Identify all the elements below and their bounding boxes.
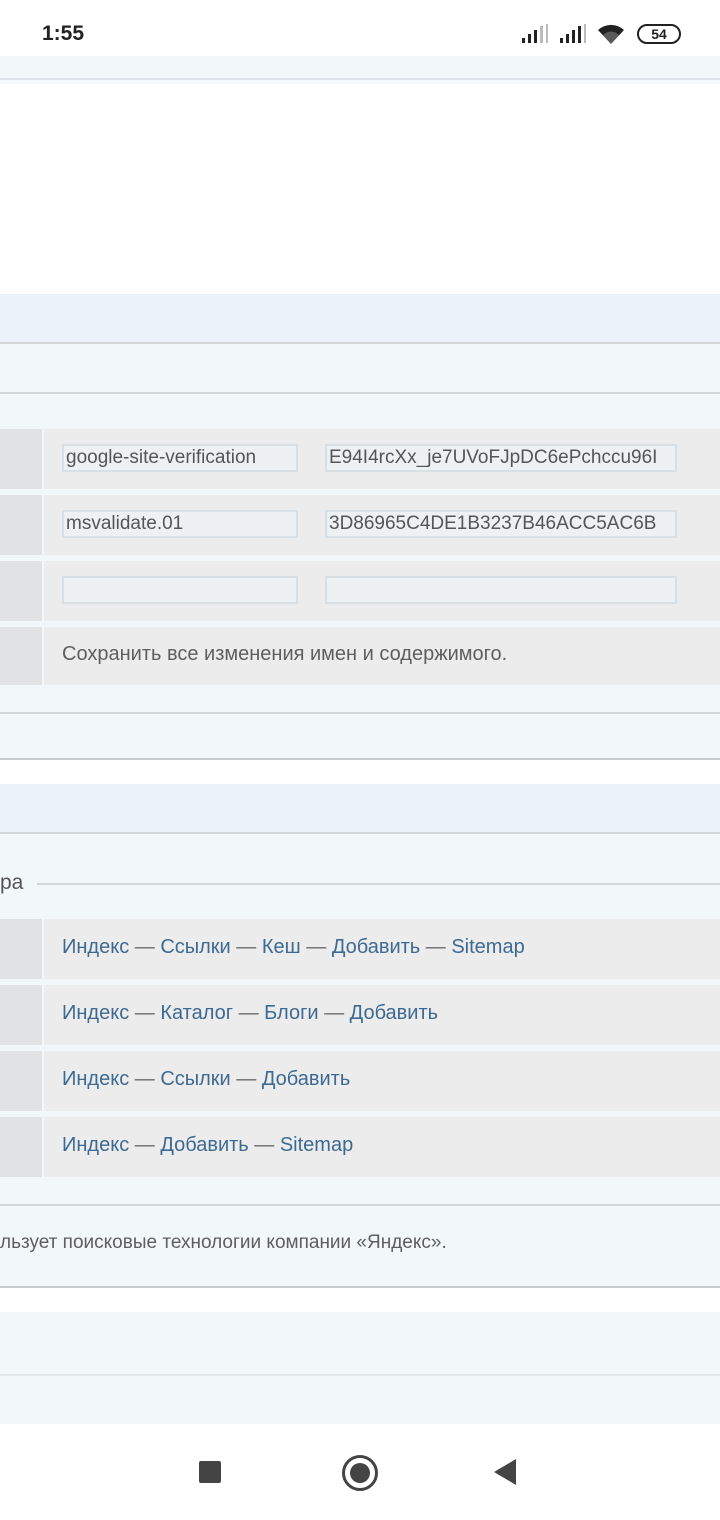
- save-row: Сохранить все изменения имен и содержимо…: [44, 627, 720, 685]
- signal-icon: [522, 24, 548, 43]
- link-separator: —: [230, 936, 262, 958]
- meta-name-input[interactable]: [62, 510, 298, 538]
- links-row: Индекс — Каталог — Блоги — Добавить: [44, 985, 720, 1045]
- divider: [0, 758, 720, 760]
- link-separator: —: [129, 936, 161, 958]
- links-line: Индекс — Добавить — Sitemap: [62, 1134, 353, 1157]
- links-line: Индекс — Каталог — Блоги — Добавить: [62, 1002, 438, 1025]
- bottom-band: [0, 1312, 720, 1374]
- meta-row: [44, 429, 720, 489]
- meta-content-input[interactable]: [325, 576, 677, 604]
- triangle-back-icon[interactable]: [494, 1459, 516, 1485]
- link-1[interactable]: Индекс: [62, 936, 129, 958]
- row-label-cell: [0, 627, 42, 685]
- row-label-cell: [0, 429, 42, 489]
- header-band: [0, 56, 720, 80]
- link-separator: —: [318, 1002, 350, 1024]
- links-row: Индекс — Добавить — Sitemap: [44, 1117, 720, 1177]
- link-separator: —: [129, 1068, 161, 1090]
- legend-line: [37, 883, 720, 885]
- circle-icon[interactable]: [342, 1455, 378, 1491]
- row-label-cell: [0, 1117, 42, 1177]
- row-label-cell: [0, 919, 42, 979]
- section-header: [0, 294, 720, 342]
- link-1[interactable]: Индекс: [62, 1068, 129, 1090]
- link-1[interactable]: Индекс: [62, 1134, 129, 1156]
- row-label-cell: [0, 495, 42, 555]
- row-label-cell: [0, 561, 42, 621]
- link-4[interactable]: Добавить: [332, 936, 420, 958]
- meta-content-input[interactable]: [325, 510, 677, 538]
- link-separator: —: [129, 1002, 161, 1024]
- row-label-cell: [0, 985, 42, 1045]
- link-3[interactable]: Sitemap: [280, 1134, 353, 1156]
- status-bar: 1:55 54: [0, 0, 720, 56]
- link-2[interactable]: Ссылки: [160, 1068, 230, 1090]
- links-line: Индекс — Ссылки — Добавить: [62, 1068, 350, 1091]
- meta-row: [44, 561, 720, 621]
- link-3[interactable]: Добавить: [262, 1068, 350, 1090]
- meta-name-input[interactable]: [62, 576, 298, 604]
- section-subheader: [0, 344, 720, 392]
- link-2[interactable]: Каталог: [160, 1002, 233, 1024]
- wifi-icon: [598, 24, 624, 44]
- link-separator: —: [233, 1002, 265, 1024]
- save-hint-text: Сохранить все изменения имен и содержимо…: [62, 643, 508, 665]
- header-band-shadow: [0, 80, 720, 84]
- section-header: [0, 784, 720, 832]
- blank-panel: [0, 86, 720, 294]
- meta-content-input[interactable]: [325, 444, 677, 472]
- bottom-band: [0, 1376, 720, 1424]
- link-3[interactable]: Кеш: [262, 936, 301, 958]
- section-legend: ра: [0, 871, 24, 894]
- panel-footer: [0, 714, 720, 758]
- meta-row: [44, 495, 720, 555]
- link-separator: —: [230, 1068, 262, 1090]
- divider: [0, 1286, 720, 1288]
- links-row: Индекс — Ссылки — Добавить: [44, 1051, 720, 1111]
- link-4[interactable]: Добавить: [350, 1002, 438, 1024]
- signal-icon: [560, 24, 586, 43]
- link-1[interactable]: Индекс: [62, 1002, 129, 1024]
- link-2[interactable]: Добавить: [160, 1134, 248, 1156]
- link-separator: —: [420, 936, 452, 958]
- links-row: Индекс — Ссылки — Кеш — Добавить — Sitem…: [44, 919, 720, 979]
- links-line: Индекс — Ссылки — Кеш — Добавить — Sitem…: [62, 936, 525, 959]
- link-separator: —: [129, 1134, 161, 1156]
- status-time: 1:55: [42, 22, 85, 45]
- credits-text: льзует поисковые технологии компании «Ян…: [0, 1232, 447, 1253]
- link-separator: —: [248, 1134, 280, 1156]
- row-label-cell: [0, 1051, 42, 1111]
- link-2[interactable]: Ссылки: [160, 936, 230, 958]
- square-icon[interactable]: [199, 1461, 221, 1483]
- battery-level: 54: [651, 26, 667, 42]
- meta-name-input[interactable]: [62, 444, 298, 472]
- battery-icon: 54: [637, 24, 681, 44]
- link-5[interactable]: Sitemap: [451, 936, 524, 958]
- link-3[interactable]: Блоги: [264, 1002, 318, 1024]
- link-separator: —: [300, 936, 332, 958]
